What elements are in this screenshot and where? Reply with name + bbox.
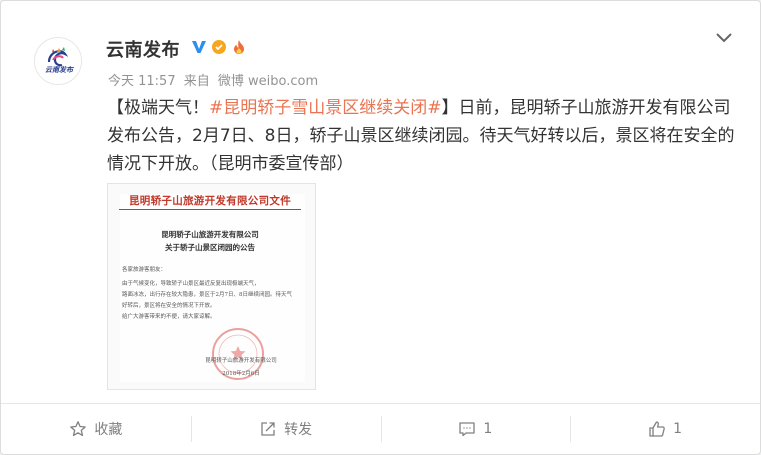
post-content: 【极端天气！#昆明轿子雪山景区继续关闭#】日前，昆明轿子山旅游开发有限公司发布公… xyxy=(107,94,739,178)
action-bar: 收藏 转发 1 1 xyxy=(1,404,760,454)
post-source[interactable]: 微博 weibo.com xyxy=(218,74,318,89)
comment-count: 1 xyxy=(483,421,493,437)
hashtag-link[interactable]: #昆明轿子雪山景区继续关闭# xyxy=(209,98,442,118)
user-badges xyxy=(191,39,247,55)
document-heading-2: 关于轿子山景区闭园的公告 xyxy=(165,243,255,252)
like-button[interactable]: 1 xyxy=(570,404,760,454)
document-body-line: 由于气候变化，导致轿子山景区最近反复出现极端天气， xyxy=(122,281,260,287)
content-part1: 【极端天气！ xyxy=(107,98,209,118)
document-sign-company: 昆明轿子山旅游开发有限公司 xyxy=(205,358,277,364)
document-sign-date: 2018年2月6日 xyxy=(222,371,260,377)
document-salutation: 各家旅游客朋友： xyxy=(122,267,167,273)
repost-label: 转发 xyxy=(284,422,313,438)
thumbs-up-icon xyxy=(649,421,665,437)
like-count: 1 xyxy=(673,421,683,437)
document-body-line: 路面冰冻，出行存在较大隐患，景区于2月7日、8日继续闭园。待天气 xyxy=(122,292,293,298)
user-name[interactable]: 云南发布 xyxy=(106,36,180,62)
verified-v-icon[interactable] xyxy=(191,39,207,55)
favorite-label: 收藏 xyxy=(94,422,123,438)
weibo-post-card: 云南发布 云南发布 今天 11:57 来自 微博 weibo.com 【极端天气… xyxy=(0,0,761,455)
document-letterhead: 昆明轿子山旅游开发有限公司文件 xyxy=(129,195,291,207)
post-time[interactable]: 今天 11:57 xyxy=(108,74,176,89)
repost-button[interactable]: 转发 xyxy=(190,404,381,454)
post-meta: 今天 11:57 来自 微博 weibo.com xyxy=(108,70,322,89)
chevron-down-icon[interactable] xyxy=(714,31,734,45)
document-body-line: 好转后，景区将在安全的情况下开放。 xyxy=(122,303,216,309)
fire-icon[interactable] xyxy=(231,39,247,55)
comment-icon xyxy=(459,422,476,437)
source-prefix: 来自 xyxy=(183,74,210,89)
avatar[interactable] xyxy=(34,37,82,85)
avatar-logo-icon xyxy=(35,38,81,84)
avatar-text: 云南发布 xyxy=(45,66,73,74)
document-heading-1: 昆明轿子山旅游开发有限公司 xyxy=(161,230,259,239)
favorite-button[interactable]: 收藏 xyxy=(1,404,191,454)
document-body-line: 给广大游客带来的不便，请大家谅解。 xyxy=(122,314,216,320)
star-icon xyxy=(70,421,87,437)
document-red-line xyxy=(119,209,301,210)
comment-button[interactable]: 1 xyxy=(380,404,571,454)
repost-icon xyxy=(261,422,275,436)
gold-medal-icon[interactable] xyxy=(211,39,227,55)
